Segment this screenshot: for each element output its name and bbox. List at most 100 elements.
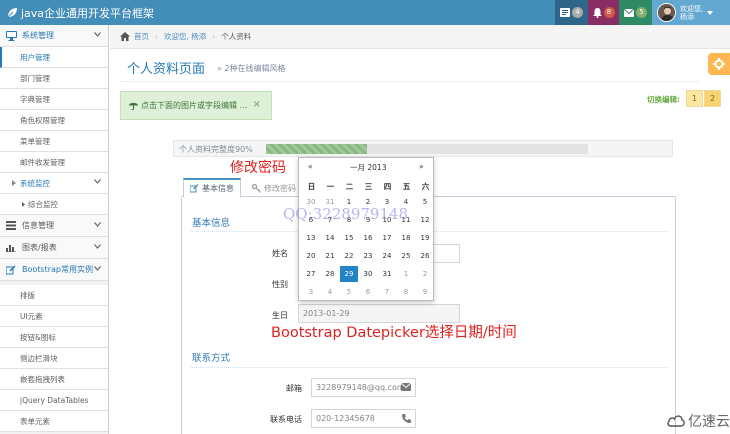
datepicker-day[interactable]: 19	[416, 230, 434, 246]
datepicker-day[interactable]: 1	[397, 266, 415, 282]
sidebar-item-department[interactable]: 部门管理	[0, 68, 108, 89]
datepicker-prev-button[interactable]: «	[308, 162, 313, 171]
datepicker-day[interactable]: 9	[416, 284, 434, 300]
breadcrumb-welcome-link[interactable]: 欢迎您, 杨添	[164, 31, 206, 42]
notifications-button[interactable]: 8	[588, 0, 619, 25]
datepicker-day[interactable]: 13	[302, 230, 320, 246]
brand-title: java企业通用开发平台框架	[21, 6, 155, 20]
username: 杨添	[680, 12, 694, 21]
switch-option-1[interactable]: 1	[686, 90, 703, 107]
datepicker-day[interactable]: 3	[302, 284, 320, 300]
datepicker-day[interactable]: 2	[416, 266, 434, 282]
datepicker-day[interactable]: 28	[321, 266, 339, 282]
gender-label: 性别	[272, 280, 288, 289]
key-icon	[252, 183, 261, 193]
qq-watermark: QQ:3228979148	[283, 205, 409, 223]
leaf-icon	[6, 7, 21, 19]
sidebar-item-mail[interactable]: 邮件收发管理	[0, 152, 108, 173]
chevron-down-icon	[94, 221, 101, 227]
page-header: 个人资料页面 » 2种在线编辑风格	[120, 52, 700, 82]
sidebar-item-label: 字典管理	[20, 94, 50, 104]
breadcrumb-home-link[interactable]: 首页	[134, 31, 149, 42]
alert-close-button[interactable]: ×	[253, 99, 261, 110]
sidebar-item-label: 邮件收发管理	[20, 157, 65, 167]
datepicker-day[interactable]: 17	[378, 230, 396, 246]
sidebar-item-system[interactable]: 系统管理	[0, 25, 108, 47]
envelope-icon	[401, 383, 411, 391]
datepicker-day[interactable]: 20	[302, 248, 320, 264]
sidebar-item-form-elements[interactable]: 表单元素	[0, 411, 108, 432]
breadcrumb-separator: ›	[155, 32, 158, 41]
datepicker-day[interactable]: 22	[340, 248, 358, 264]
sidebar-item-menus[interactable]: 菜单管理	[0, 131, 108, 152]
sidebar-item-typography[interactable]: 排版	[0, 285, 108, 306]
phone-label: 联系电话	[270, 415, 302, 424]
datepicker-day[interactable]: 18	[397, 230, 415, 246]
sidebar-item-nestable[interactable]: 嵌套拖拽列表	[0, 369, 108, 390]
tasks-button[interactable]: 4	[555, 0, 588, 25]
breadcrumb-current: 个人资料	[221, 32, 252, 41]
datepicker-day[interactable]: 21	[321, 248, 339, 264]
sidebar-item-label: 排版	[20, 290, 35, 300]
sidebar-item-ui-elements[interactable]: UI元素	[0, 306, 108, 327]
datepicker-day[interactable]: 6	[359, 284, 377, 300]
sidebar-item-monitor[interactable]: 系统监控	[0, 173, 108, 194]
datepicker-day[interactable]: 30	[359, 266, 377, 282]
alert-text: 点击下面的图片或字段编辑 ...	[141, 101, 248, 110]
datepicker-day[interactable]: 7	[378, 284, 396, 300]
tab-basic-info[interactable]: 基本信息	[183, 178, 241, 198]
site-watermark: 亿速云	[667, 411, 730, 431]
datepicker-day[interactable]: 31	[378, 266, 396, 282]
sidebar-item-overall-monitor[interactable]: 综合监控	[0, 194, 108, 215]
datepicker-day[interactable]: 29	[340, 266, 358, 282]
sidebar-item-roles[interactable]: 角色权限管理	[0, 110, 108, 131]
datepicker-day[interactable]: 16	[359, 230, 377, 246]
datepicker-day[interactable]: 23	[359, 248, 377, 264]
datepicker-day[interactable]: 24	[378, 248, 396, 264]
sidebar-item-user-management[interactable]: 用户管理	[0, 47, 108, 68]
chevron-down-icon	[94, 265, 101, 271]
messages-button[interactable]: 5	[619, 0, 652, 25]
sidebar-item-buttons-icons[interactable]: 按钮&图标	[0, 327, 108, 348]
datepicker-day[interactable]: 5	[340, 284, 358, 300]
sidebar-item-label: 图表/报表	[22, 243, 57, 252]
datepicker-caption: Bootstrap Datepicker选择日期/时间	[271, 325, 517, 341]
birthday-label: 生日	[272, 311, 288, 320]
datepicker-weekday: 四	[383, 182, 392, 191]
tab-password[interactable]: 修改密码	[246, 178, 302, 198]
datepicker-weekday: 二	[345, 182, 354, 191]
datepicker-day[interactable]: 27	[302, 266, 320, 282]
info-alert: 点击下面的图片或字段编辑 ... ×	[120, 91, 272, 120]
sidebar-item-label: 系统管理	[22, 31, 54, 40]
caret-down-icon	[707, 10, 714, 15]
brand[interactable]: java企业通用开发平台框架	[6, 4, 154, 21]
home-icon	[120, 32, 130, 41]
datepicker-month-switch[interactable]: 一月 2013	[350, 162, 386, 173]
sidebar-item-dictionary[interactable]: 字典管理	[0, 89, 108, 110]
datepicker-day[interactable]: 15	[340, 230, 358, 246]
settings-button[interactable]	[708, 53, 730, 75]
email-input[interactable]: 3228979148@qq.com	[311, 378, 416, 397]
datepicker-day[interactable]: 12	[416, 212, 434, 228]
datepicker-day[interactable]: 5	[416, 194, 434, 210]
edit-icon	[190, 184, 199, 193]
datepicker-day[interactable]: 14	[321, 230, 339, 246]
datepicker-day[interactable]: 8	[397, 284, 415, 300]
sidebar-item-label: UI元素	[20, 311, 43, 321]
datepicker-day[interactable]: 26	[416, 248, 434, 264]
gear-icon	[713, 58, 725, 70]
sidebar-item-slider[interactable]: 侧边栏滑块	[0, 348, 108, 369]
sidebar-item-datatables[interactable]: jQuery DataTables	[0, 390, 108, 411]
user-menu[interactable]: 欢迎您, 杨添	[652, 0, 730, 25]
sidebar-item-bootstrap[interactable]: Bootstrap常用实例	[0, 259, 108, 281]
datepicker-next-button[interactable]: »	[419, 162, 424, 171]
sidebar-item-info[interactable]: 信息管理	[0, 215, 108, 237]
breadcrumb-separator: ›	[212, 32, 216, 41]
datepicker-day[interactable]: 4	[321, 284, 339, 300]
progress-bar-track	[367, 144, 588, 154]
phone-icon	[402, 414, 411, 423]
sidebar-item-charts[interactable]: 图表/报表	[0, 237, 108, 259]
phone-input[interactable]: 020-12345678	[311, 409, 416, 428]
datepicker-day[interactable]: 25	[397, 248, 415, 264]
switch-option-2[interactable]: 2	[704, 90, 721, 107]
